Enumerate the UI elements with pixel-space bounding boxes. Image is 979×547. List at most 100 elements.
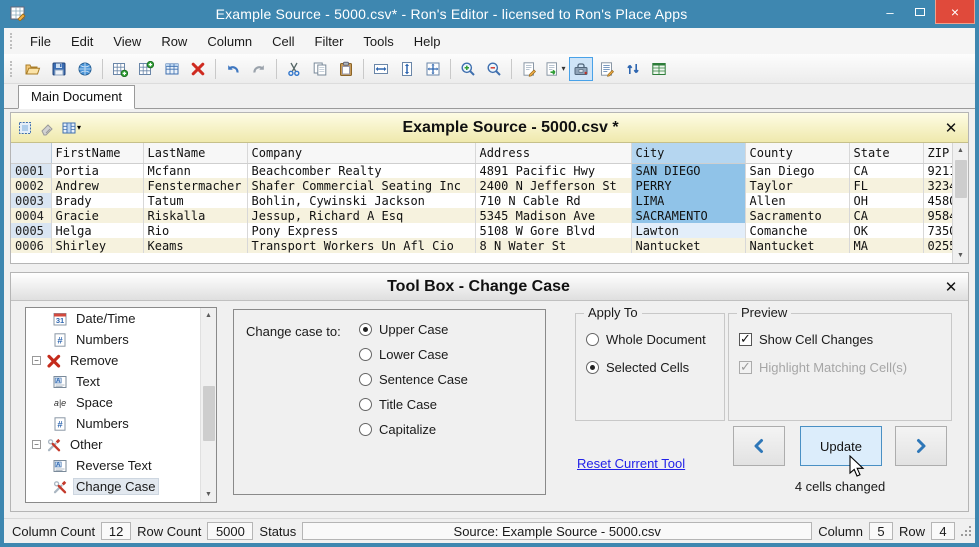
radio-icon[interactable] (359, 398, 372, 411)
table-cell[interactable]: Rio (143, 223, 247, 238)
table-cell[interactable]: 2400 N Jefferson St (475, 178, 631, 193)
table-cell[interactable]: 710 N Cable Rd (475, 193, 631, 208)
tree-item-other[interactable]: −Other (26, 434, 216, 455)
toolbar-export-doc-button[interactable]: ▾ (543, 57, 567, 81)
tree-scroll-down-icon[interactable]: ▼ (201, 487, 216, 502)
tree-item-text[interactable]: AText (26, 371, 216, 392)
toolbar-fit-cell-button[interactable] (421, 57, 445, 81)
radio-case-upper-case[interactable]: Upper Case (359, 322, 468, 337)
scroll-down-icon[interactable]: ▼ (953, 248, 968, 263)
toolbar-zoom-in-button[interactable] (456, 57, 480, 81)
column-header-county[interactable]: County (745, 143, 849, 163)
toolbar-fit-height-button[interactable] (395, 57, 419, 81)
toolbar-edit-list-button[interactable] (595, 57, 619, 81)
toolbar-edit-doc-button[interactable] (517, 57, 541, 81)
toolbar-excel-button[interactable] (647, 57, 671, 81)
table-cell[interactable]: Nantucket (745, 238, 849, 253)
table-cell[interactable]: 7350 (923, 223, 952, 238)
table-cell[interactable]: Nantucket (631, 238, 745, 253)
close-button[interactable]: × (935, 0, 975, 24)
radio-icon[interactable] (359, 348, 372, 361)
radio-icon[interactable] (586, 333, 599, 346)
tree-item-change-case[interactable]: Change Case (26, 476, 216, 497)
table-cell[interactable]: Jessup, Richard A Esq (247, 208, 475, 223)
row-header[interactable]: 0003 (11, 193, 51, 208)
radio-case-title-case[interactable]: Title Case (359, 397, 468, 412)
table-cell[interactable]: CA (849, 163, 923, 178)
toolbar-undo-button[interactable] (221, 57, 245, 81)
toolbar-paste-button[interactable] (334, 57, 358, 81)
table-cell[interactable]: Keams (143, 238, 247, 253)
toolbox-close-button[interactable]: ✕ (940, 278, 962, 296)
table-cell[interactable]: OK (849, 223, 923, 238)
toolbar-delete-button[interactable] (186, 57, 210, 81)
column-header-lastname[interactable]: LastName (143, 143, 247, 163)
tree-item-remove[interactable]: −Remove (26, 350, 216, 371)
table-cell[interactable]: Brady (51, 193, 143, 208)
menu-item-column[interactable]: Column (197, 30, 262, 53)
table-cell[interactable]: 4891 Pacific Hwy (475, 163, 631, 178)
tree-expander-icon[interactable]: − (32, 440, 41, 449)
toolbar-save-button[interactable] (47, 57, 71, 81)
table-cell[interactable]: Pony Express (247, 223, 475, 238)
radio-apply-selected-cells[interactable]: Selected Cells (586, 360, 706, 375)
tree-expander-icon[interactable]: − (32, 356, 41, 365)
radio-icon[interactable] (359, 373, 372, 386)
row-header[interactable]: 0004 (11, 208, 51, 223)
menu-item-help[interactable]: Help (404, 30, 451, 53)
table-cell[interactable]: Riskalla (143, 208, 247, 223)
docheader-eraser-button[interactable] (39, 120, 55, 136)
toolbar-insert-row-button[interactable] (134, 57, 158, 81)
menu-item-tools[interactable]: Tools (353, 30, 403, 53)
tree-item-date-time[interactable]: 31Date/Time (26, 308, 216, 329)
reset-current-tool-link[interactable]: Reset Current Tool (577, 456, 685, 471)
radio-case-sentence-case[interactable]: Sentence Case (359, 372, 468, 387)
menu-item-filter[interactable]: Filter (305, 30, 354, 53)
checkbox-show-cell-changes[interactable]: Show Cell Changes (739, 332, 907, 347)
radio-icon[interactable] (586, 361, 599, 374)
column-header-company[interactable]: Company (247, 143, 475, 163)
table-cell[interactable]: Fenstermacher (143, 178, 247, 193)
table-cell[interactable]: FL (849, 178, 923, 193)
column-header-address[interactable]: Address (475, 143, 631, 163)
table-cell[interactable]: OH (849, 193, 923, 208)
table-cell[interactable]: 9211 (923, 163, 952, 178)
table-cell[interactable]: 5345 Madison Ave (475, 208, 631, 223)
minimize-button[interactable]: – (875, 0, 905, 24)
menu-item-edit[interactable]: Edit (61, 30, 103, 53)
radio-case-capitalize[interactable]: Capitalize (359, 422, 468, 437)
table-cell[interactable]: Mcfann (143, 163, 247, 178)
table-cell[interactable]: Shafer Commercial Seating Inc (247, 178, 475, 193)
toolbar-sort-button[interactable] (621, 57, 645, 81)
table-cell[interactable]: 4580 (923, 193, 952, 208)
tree-vertical-scrollbar[interactable]: ▲ ▼ (200, 308, 216, 502)
toolbar-cut-button[interactable] (282, 57, 306, 81)
table-cell[interactable]: Portia (51, 163, 143, 178)
column-header-zip[interactable]: ZIP (923, 143, 952, 163)
column-header-firstname[interactable]: FirstName (51, 143, 143, 163)
table-cell[interactable]: 5108 W Gore Blvd (475, 223, 631, 238)
document-close-button[interactable]: ✕ (940, 119, 962, 137)
docheader-table-view-button[interactable]: ▾ (61, 120, 81, 136)
table-cell[interactable]: Taylor (745, 178, 849, 193)
table-cell[interactable]: 3234 (923, 178, 952, 193)
tree-item-numbers[interactable]: #Numbers (26, 413, 216, 434)
toolbar-open-button[interactable] (21, 57, 45, 81)
tree-item-numbers[interactable]: #Numbers (26, 329, 216, 350)
column-header-city[interactable]: City (631, 143, 745, 163)
toolbar-toolbox-button[interactable] (569, 57, 593, 81)
scroll-up-icon[interactable]: ▲ (953, 143, 968, 158)
table-cell[interactable]: CA (849, 208, 923, 223)
table-cell[interactable]: LIMA (631, 193, 745, 208)
table-cell[interactable]: Shirley (51, 238, 143, 253)
table-cell[interactable]: Beachcomber Realty (247, 163, 475, 178)
table-cell[interactable]: SACRAMENTO (631, 208, 745, 223)
grid-corner-header[interactable] (11, 143, 51, 163)
grid-vertical-scrollbar[interactable]: ▲ ▼ (952, 143, 968, 263)
resize-grip[interactable] (961, 526, 971, 536)
update-button[interactable]: Update (800, 426, 882, 466)
table-cell[interactable]: Lawton (631, 223, 745, 238)
table-cell[interactable]: Tatum (143, 193, 247, 208)
table-cell[interactable]: Andrew (51, 178, 143, 193)
toolbar-globe-button[interactable] (73, 57, 97, 81)
